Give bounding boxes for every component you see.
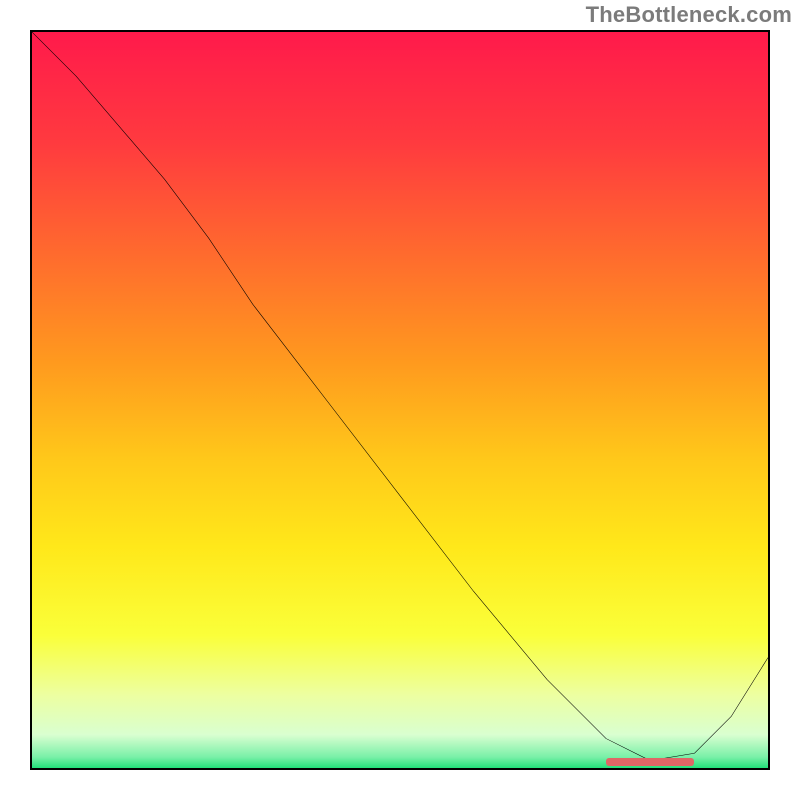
plot-area (30, 30, 770, 770)
optimal-range-marker (606, 758, 694, 766)
bottleneck-curve (32, 32, 768, 768)
chart-frame: TheBottleneck.com (0, 0, 800, 800)
watermark-text: TheBottleneck.com (586, 2, 792, 28)
